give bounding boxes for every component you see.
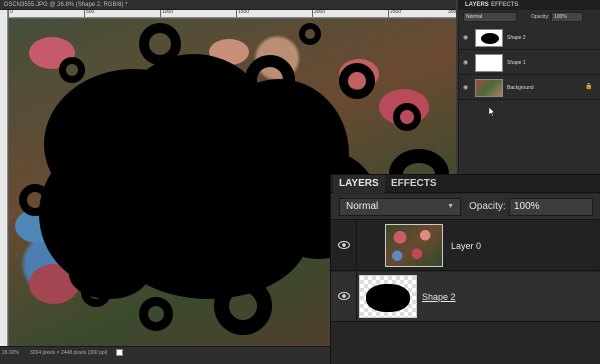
layer-name: Layer 0 <box>451 241 482 251</box>
shape-ring <box>19 184 51 216</box>
ruler-label: 0 <box>10 10 13 15</box>
shape-ring <box>214 277 272 335</box>
document-title: DSCN3555.JPG @ 26.8% (Shape 2, RGB/8) * <box>4 2 128 8</box>
blend-mode-value: Normal <box>346 201 379 212</box>
layer-thumbnail <box>475 29 503 47</box>
tab-layers[interactable]: LAYERS <box>333 175 385 193</box>
tab-layers[interactable]: LAYERS <box>465 0 489 10</box>
panel-tabs: LAYERS EFFECTS <box>459 0 600 10</box>
opacity-label: Opacity: <box>469 201 506 212</box>
opacity-label: Opacity: <box>531 14 550 20</box>
ruler-tick <box>312 10 313 17</box>
lock-icon: 🔒 <box>585 84 593 90</box>
blend-mode-select[interactable]: Normal ▼ <box>339 198 461 216</box>
layers-panel-large: LAYERS EFFECTS Normal ▼ Opacity: 100% La… <box>330 174 600 364</box>
layer-name: Shape 1 <box>507 60 526 66</box>
document-titlebar[interactable]: DSCN3555.JPG @ 26.8% (Shape 2, RGB/8) * <box>0 0 456 10</box>
panel-tabs: LAYERS EFFECTS <box>331 175 600 193</box>
blend-mode-select[interactable]: Normal <box>463 12 517 22</box>
shape-ring <box>59 57 85 83</box>
layer-row-shape-2[interactable]: Shape 2 <box>331 272 600 322</box>
mouse-pointer-icon <box>489 107 495 117</box>
layer-thumbnail <box>359 275 417 318</box>
layer-thumbnail <box>385 224 443 267</box>
opacity-input[interactable]: 100% <box>509 198 593 216</box>
horizontal-ruler[interactable]: 0 500 1000 1500 2000 2500 3000 <box>8 10 456 18</box>
ruler-label: 2500 <box>390 10 402 15</box>
ruler-label: 1500 <box>238 10 250 15</box>
layer-name: Shape 2 <box>507 35 526 41</box>
ruler-label: 1000 <box>162 10 174 15</box>
opacity-input[interactable]: 100% <box>551 12 583 22</box>
visibility-toggle[interactable] <box>331 221 357 271</box>
eye-icon[interactable]: ◉ <box>463 34 471 42</box>
layers-toolbar: Normal ▼ Opacity: 100% <box>331 194 600 220</box>
document-info: 3264 pixels × 2448 pixels (300 ppi) <box>30 350 108 356</box>
ruler-label: 500 <box>86 10 95 15</box>
tab-effects[interactable]: EFFECTS <box>491 0 518 10</box>
layers-panel-small: LAYERS EFFECTS Normal Opacity: 100% ◉ Sh… <box>458 0 600 178</box>
layers-toolbar: Normal Opacity: 100% <box>459 11 600 23</box>
status-arrow-button[interactable] <box>116 349 123 356</box>
tab-effects[interactable]: EFFECTS <box>385 175 443 193</box>
layer-row-layer-0[interactable]: Layer 0 <box>331 221 600 271</box>
shape-ring <box>245 55 295 105</box>
zoom-level[interactable]: 26.92% <box>2 349 19 357</box>
shape-ring <box>299 23 321 45</box>
ruler-tick <box>236 10 237 17</box>
shape-ring <box>139 23 181 65</box>
eye-icon[interactable]: ◉ <box>463 84 471 92</box>
layer-row-shape-2[interactable]: ◉ Shape 2 <box>459 26 600 50</box>
layer-row-shape-1[interactable]: ◉ Shape 1 <box>459 51 600 75</box>
layer-thumbnail <box>475 79 503 97</box>
layer-name: Background <box>507 85 534 91</box>
ruler-tick <box>84 10 85 17</box>
layer-thumbnail <box>475 54 503 72</box>
eye-icon[interactable]: ◉ <box>463 59 471 67</box>
shape-ring <box>81 277 111 307</box>
vertical-ruler[interactable] <box>0 10 8 346</box>
layer-name: Shape 2 <box>422 292 456 302</box>
ruler-label: 2000 <box>314 10 326 15</box>
ruler-tick <box>160 10 161 17</box>
layers-empty-area <box>331 323 600 364</box>
ruler-tick <box>388 10 389 17</box>
ruler-tick <box>8 10 9 17</box>
ruler-label: 3000 <box>448 10 456 15</box>
shape-ring <box>339 63 375 99</box>
eye-icon <box>338 292 350 300</box>
eye-icon <box>338 241 350 249</box>
visibility-toggle[interactable] <box>331 272 357 322</box>
layer-row-background[interactable]: ◉ Background 🔒 <box>459 76 600 100</box>
chevron-down-icon: ▼ <box>447 203 454 210</box>
shape-ring <box>139 297 173 331</box>
shape-ring <box>393 103 421 131</box>
